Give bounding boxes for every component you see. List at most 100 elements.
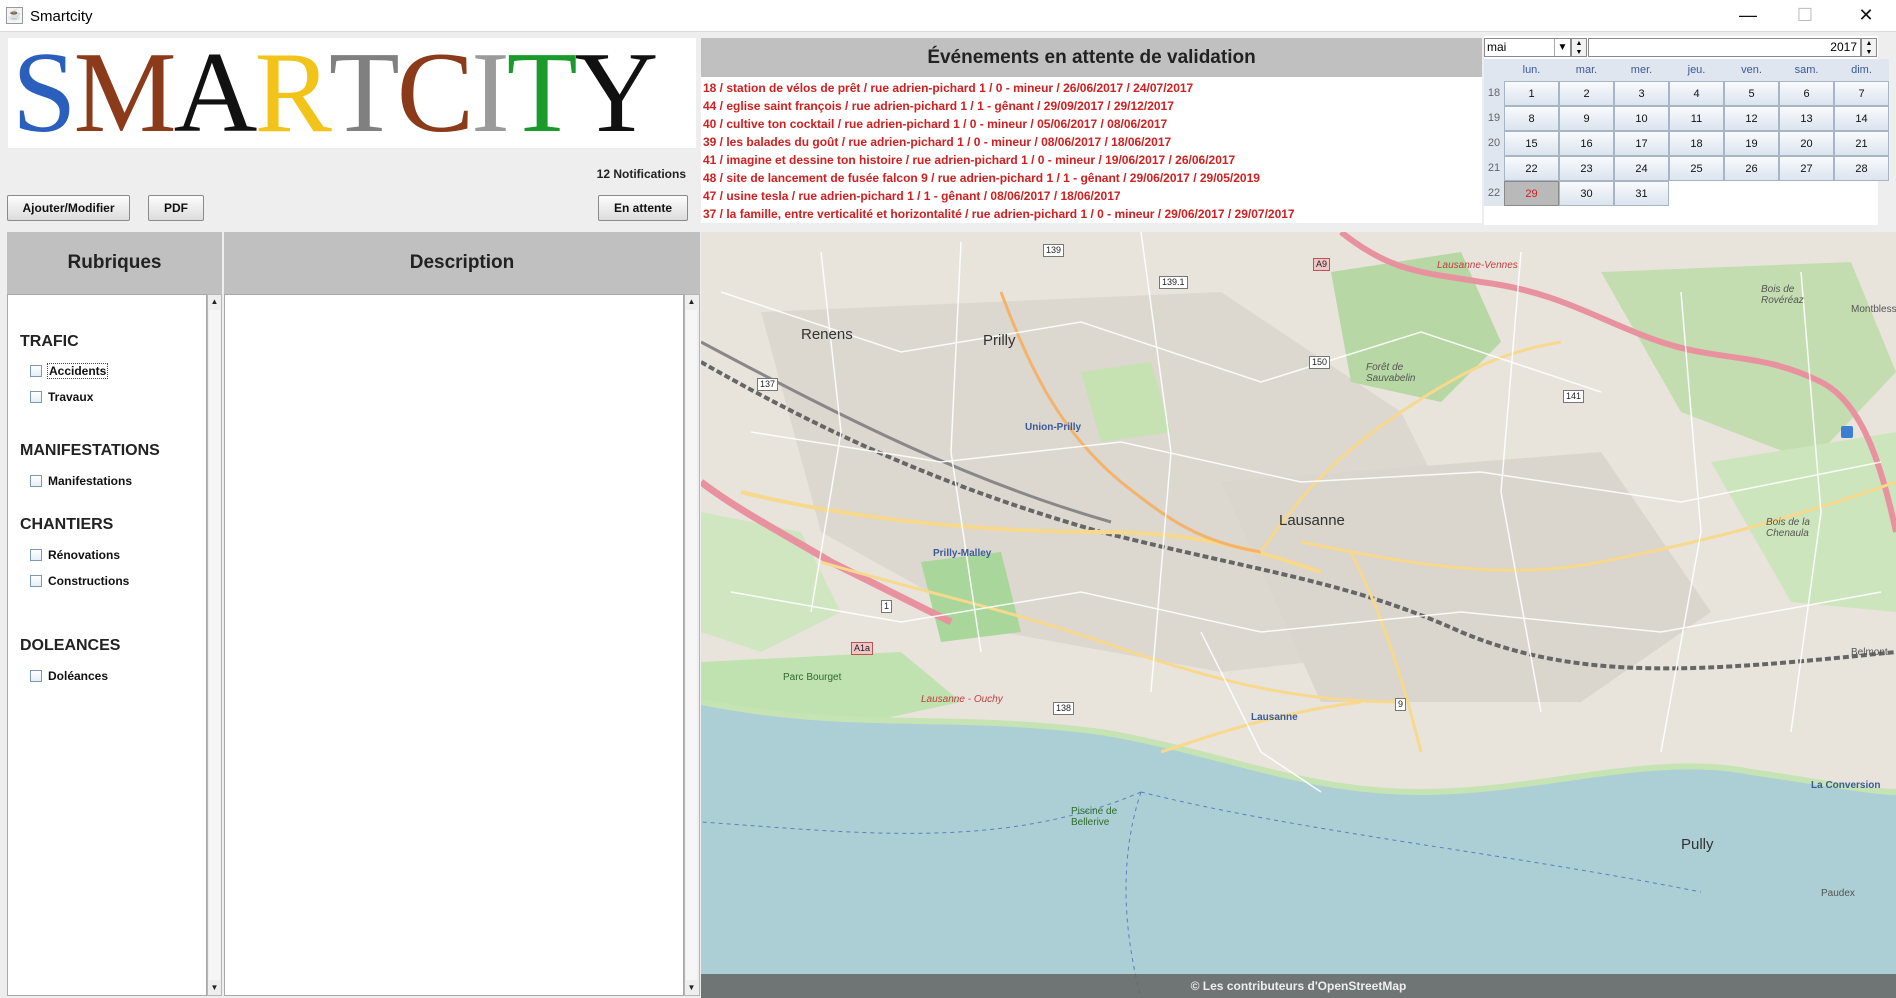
- event-item[interactable]: 40 / cultive ton cocktail / rue adrien-p…: [703, 115, 1482, 133]
- java-app-icon: ☕: [6, 7, 23, 24]
- map-label: Piscine de Bellerive: [1071, 806, 1118, 828]
- calendar-day[interactable]: 19: [1724, 131, 1779, 156]
- maximize-icon[interactable]: ☐: [1777, 0, 1833, 32]
- calendar-day[interactable]: 28: [1834, 156, 1889, 181]
- calendar-day[interactable]: 24: [1614, 156, 1669, 181]
- map-label: Lausanne: [1251, 712, 1298, 723]
- logo-letter: R: [254, 29, 331, 157]
- route-badge: 150: [1309, 356, 1331, 369]
- calendar-day[interactable]: 5: [1724, 81, 1779, 106]
- calendar-day[interactable]: 25: [1669, 156, 1724, 181]
- logo-letter: I: [471, 29, 510, 157]
- calendar-day[interactable]: 4: [1669, 81, 1724, 106]
- checkbox-box[interactable]: [30, 365, 42, 377]
- calendar-day[interactable]: 14: [1834, 106, 1889, 131]
- checkbox-box[interactable]: [30, 391, 42, 403]
- calendar-day[interactable]: 15: [1504, 131, 1559, 156]
- calendar-day[interactable]: 10: [1614, 106, 1669, 131]
- week-number: 20: [1484, 131, 1504, 156]
- route-badge: 137: [757, 378, 779, 391]
- event-item[interactable]: 47 / usine tesla / rue adrien-pichard 1 …: [703, 187, 1482, 205]
- chevron-down-icon[interactable]: ▼: [1554, 39, 1570, 56]
- route-badge: 141: [1563, 390, 1585, 403]
- calendar-day[interactable]: 30: [1559, 181, 1614, 206]
- event-item[interactable]: 48 / site de lancement de fusée falcon 9…: [703, 169, 1482, 187]
- calendar-day[interactable]: 16: [1559, 131, 1614, 156]
- calendar-day[interactable]: 2: [1559, 81, 1614, 106]
- scroll-down-icon[interactable]: ▼: [208, 981, 221, 995]
- event-item[interactable]: 39 / les balades du goût / rue adrien-pi…: [703, 133, 1482, 151]
- add-modify-button[interactable]: Ajouter/Modifier: [7, 195, 130, 221]
- checkbox-label: Constructions: [48, 574, 130, 588]
- calendar-day[interactable]: 23: [1559, 156, 1614, 181]
- month-value: mai: [1487, 40, 1507, 54]
- calendar-day[interactable]: 26: [1724, 156, 1779, 181]
- calendar-day[interactable]: 18: [1669, 131, 1724, 156]
- logo-letter: C: [396, 29, 474, 157]
- route-badge: 139: [1043, 244, 1065, 257]
- calendar-day[interactable]: 22: [1504, 156, 1559, 181]
- event-item[interactable]: 37 / la famille, entre verticalité et ho…: [703, 205, 1482, 223]
- map-label: Bois de Rovéréaz: [1761, 284, 1804, 306]
- calendar-day[interactable]: 3: [1614, 81, 1669, 106]
- notification-count: 12 Notifications: [596, 167, 686, 181]
- map-label: La Conversion: [1811, 780, 1881, 791]
- calendar-day[interactable]: 12: [1724, 106, 1779, 131]
- calendar-day[interactable]: 27: [1779, 156, 1834, 181]
- logo-letter: T: [506, 29, 578, 157]
- calendar-day[interactable]: 17: [1614, 131, 1669, 156]
- calendar-grid: lun. mar. mer. jeu. ven. sam. dim. 18 1 2 3 4 5 6 7 19 8…: [1484, 59, 1889, 223]
- calendar-day[interactable]: 9: [1559, 106, 1614, 131]
- year-spinner[interactable]: ▲ ▼: [1861, 38, 1877, 57]
- logo-letter: T: [328, 29, 400, 157]
- checkbox-box[interactable]: [30, 670, 42, 682]
- calendar-day[interactable]: 21: [1834, 131, 1889, 156]
- section-title-manifestations: MANIFESTATIONS: [20, 442, 160, 459]
- minimize-icon[interactable]: —: [1720, 0, 1776, 32]
- scroll-up-icon[interactable]: ▲: [208, 295, 221, 309]
- calendar-day[interactable]: 1: [1504, 81, 1559, 106]
- date-picker: mai ▼ ▲ ▼ 2017 ▲ ▼ lun. mar. mer. jeu. ven. sam…: [1484, 36, 1889, 225]
- scroll-up-icon[interactable]: ▲: [685, 295, 698, 309]
- month-select[interactable]: mai ▼: [1484, 38, 1571, 57]
- calendar-day[interactable]: 20: [1779, 131, 1834, 156]
- description-scrollbar[interactable]: ▲ ▼: [684, 294, 700, 996]
- calendar-day[interactable]: 29: [1504, 181, 1559, 206]
- scroll-down-icon[interactable]: ▼: [685, 981, 698, 995]
- rubriques-scrollbar[interactable]: ▲ ▼: [207, 294, 222, 996]
- checkbox-label: Rénovations: [48, 548, 121, 562]
- calendar-day[interactable]: 7: [1834, 81, 1889, 106]
- map-label: Pully: [1681, 836, 1714, 853]
- event-item[interactable]: 18 / station de vélos de prêt / rue adri…: [703, 79, 1482, 97]
- event-item[interactable]: 44 / eglise saint françois / rue adrien-…: [703, 97, 1482, 115]
- map-label: Renens: [801, 326, 853, 343]
- calendar-day[interactable]: 8: [1504, 106, 1559, 131]
- scroll-thumb[interactable]: [686, 310, 697, 980]
- close-icon[interactable]: ✕: [1838, 0, 1894, 32]
- checkbox-box[interactable]: [30, 549, 42, 561]
- weekday-header: mer.: [1614, 59, 1669, 81]
- checkbox-box[interactable]: [30, 575, 42, 587]
- logo-letter: M: [73, 29, 177, 157]
- pending-button[interactable]: En attente: [598, 195, 688, 221]
- weekday-header: lun.: [1504, 59, 1559, 81]
- pdf-button[interactable]: PDF: [148, 195, 204, 221]
- checkbox-box[interactable]: [30, 475, 42, 487]
- map-label: Montbless: [1851, 304, 1896, 315]
- map-attribution: © Les contributeurs d'OpenStreetMap: [701, 974, 1896, 998]
- weekday-header: sam.: [1779, 59, 1834, 81]
- scroll-thumb[interactable]: [209, 310, 220, 980]
- calendar-day[interactable]: 11: [1669, 106, 1724, 131]
- event-item[interactable]: 41 / imagine et dessine ton histoire / r…: [703, 151, 1482, 169]
- calendar-day[interactable]: 31: [1614, 181, 1669, 206]
- description-textarea[interactable]: [224, 294, 684, 996]
- calendar-day[interactable]: 6: [1779, 81, 1834, 106]
- week-number: 21: [1484, 156, 1504, 181]
- week-number: 22: [1484, 181, 1504, 206]
- month-spinner[interactable]: ▲ ▼: [1571, 38, 1587, 57]
- year-field[interactable]: 2017: [1588, 38, 1861, 57]
- calendar-day[interactable]: 13: [1779, 106, 1834, 131]
- map-label: Lausanne: [1279, 512, 1345, 529]
- map-view[interactable]: Renens Prilly Lausanne Pully Belmont Mon…: [701, 232, 1896, 998]
- title-bar: ☕ Smartcity — ☐ ✕: [0, 0, 1896, 32]
